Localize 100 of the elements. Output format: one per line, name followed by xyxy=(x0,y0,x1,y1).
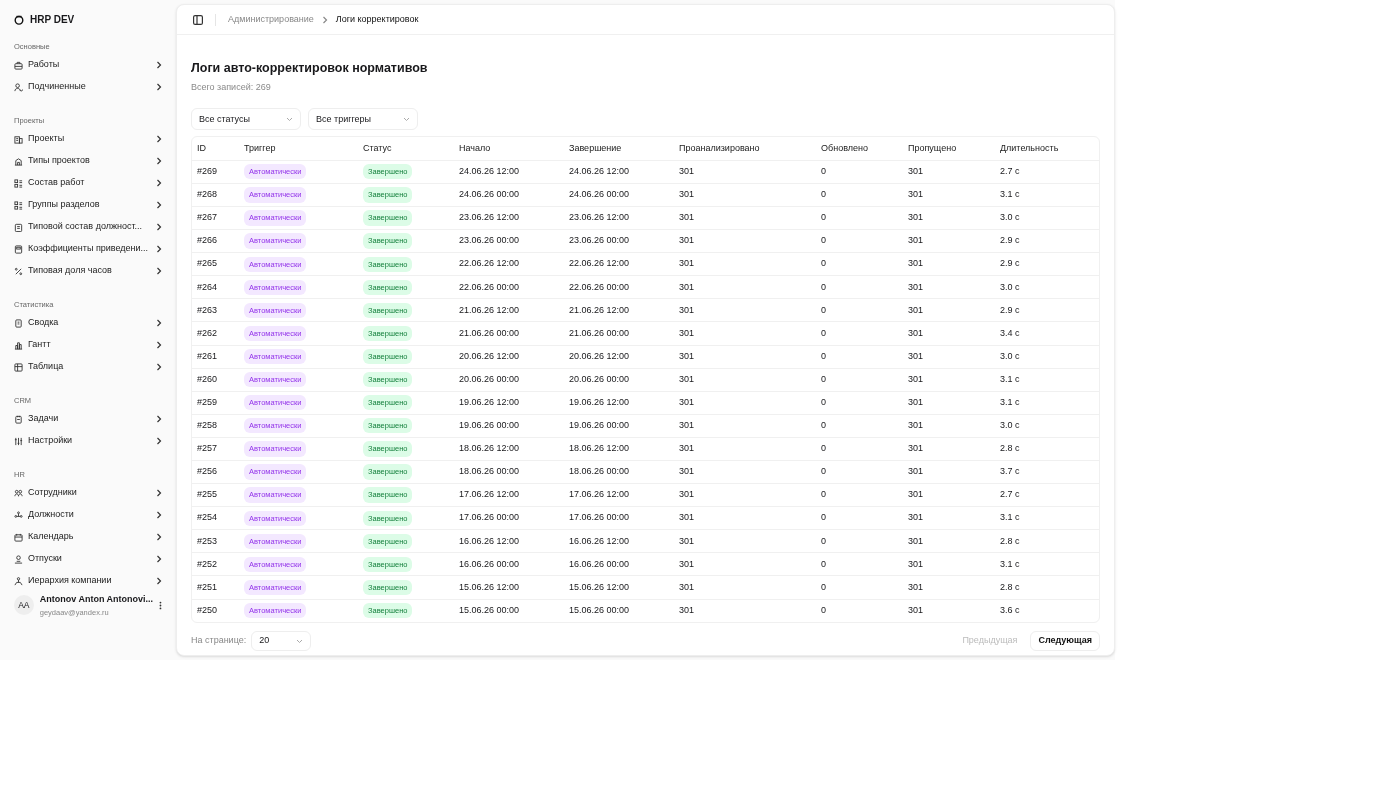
chevron-icon[interactable] xyxy=(156,533,162,541)
sidebar-item[interactable]: Коэффициенты приведени... xyxy=(28,242,151,256)
table-cell: 2.7 с xyxy=(995,160,1099,184)
sidebar-toggle-icon[interactable] xyxy=(193,14,203,25)
chevron-icon[interactable] xyxy=(156,363,162,371)
chevron-icon[interactable] xyxy=(156,83,162,91)
chevron-icon[interactable] xyxy=(156,245,162,253)
chevron-icon[interactable] xyxy=(156,577,162,585)
table-cell: #267 xyxy=(192,206,239,230)
more-icon[interactable] xyxy=(159,600,162,610)
table-cell: 0 xyxy=(816,437,903,461)
sidebar-item[interactable]: Типовая доля часов xyxy=(28,264,151,278)
sidebar-item[interactable]: Отпуски xyxy=(28,552,151,566)
table-cell: 2.9 с xyxy=(995,252,1099,276)
sidebar-item[interactable]: Группы разделов xyxy=(28,198,151,212)
table-cell: 16.06.26 00:00 xyxy=(454,552,564,576)
table-cell: 0 xyxy=(816,275,903,299)
table-cell: 0 xyxy=(816,599,903,623)
chevron-icon[interactable] xyxy=(156,135,162,143)
chevron-icon[interactable] xyxy=(156,555,162,563)
menu-item-icon xyxy=(14,576,23,586)
sidebar-item[interactable]: Иерархия компании xyxy=(28,574,151,588)
table-cell: 17.06.26 00:00 xyxy=(454,506,564,530)
table-cell: 3.7 с xyxy=(995,460,1099,484)
table-cell: 3.0 с xyxy=(995,206,1099,230)
table-cell: 2.8 с xyxy=(995,529,1099,553)
sidebar-item[interactable]: Должности xyxy=(28,508,151,522)
table-cell: 301 xyxy=(903,575,995,600)
sidebar-item[interactable]: Состав работ xyxy=(28,176,151,190)
sidebar-item[interactable]: Работы xyxy=(28,58,151,72)
breadcrumb-separator-icon xyxy=(321,15,328,24)
filter-dropdown[interactable]: Все статусы xyxy=(191,108,301,131)
chevron-icon[interactable] xyxy=(156,157,162,165)
table-cell: 19.06.26 00:00 xyxy=(454,414,564,438)
page-size-dropdown[interactable]: 20 xyxy=(251,631,312,652)
column-header: Обновлено xyxy=(816,137,903,161)
sidebar-item[interactable]: Задачи xyxy=(28,412,151,426)
table-cell: #257 xyxy=(192,437,239,461)
menu-item-icon xyxy=(14,436,23,446)
chevron-icon[interactable] xyxy=(156,415,162,423)
column-header: Начало xyxy=(454,137,564,161)
chevron-icon[interactable] xyxy=(156,267,162,275)
table-cell: 17.06.26 12:00 xyxy=(454,483,564,507)
chevron-icon[interactable] xyxy=(156,489,162,497)
table-cell: 19.06.26 12:00 xyxy=(454,391,564,415)
menu-item-icon xyxy=(14,244,23,254)
sidebar-item[interactable]: Таблица xyxy=(28,360,151,374)
sidebar-item[interactable]: Гантт xyxy=(28,338,151,352)
sidebar-item[interactable]: Подчиненные xyxy=(28,80,151,94)
table-cell: #251 xyxy=(192,575,239,600)
chevron-icon[interactable] xyxy=(156,437,162,445)
menu-item-icon xyxy=(14,362,23,372)
sidebar-item[interactable]: Календарь xyxy=(28,530,151,544)
menu-item-icon xyxy=(14,488,23,498)
column-header: Пропущено xyxy=(903,137,995,161)
table-cell: 2.9 с xyxy=(995,229,1099,253)
logo-icon xyxy=(14,14,24,25)
chevron-icon[interactable] xyxy=(156,511,162,519)
sidebar-item[interactable]: Сводка xyxy=(28,316,151,330)
table-cell: 23.06.26 00:00 xyxy=(564,229,674,253)
chevron-icon[interactable] xyxy=(156,179,162,187)
table-cell: 22.06.26 12:00 xyxy=(454,252,564,276)
table-cell: #258 xyxy=(192,414,239,438)
sidebar-item[interactable]: Типы проектов xyxy=(28,154,151,168)
menu-item-icon xyxy=(14,60,23,70)
table-cell: 301 xyxy=(903,252,995,276)
table-cell: #263 xyxy=(192,298,239,322)
table-cell: 301 xyxy=(674,321,816,345)
table-cell: 22.06.26 00:00 xyxy=(564,275,674,299)
table-cell: 2.8 с xyxy=(995,575,1099,600)
breadcrumb-link[interactable]: Администрирование xyxy=(228,12,314,27)
chevron-icon[interactable] xyxy=(156,319,162,327)
chevron-icon[interactable] xyxy=(156,201,162,209)
table-cell: 3.1 с xyxy=(995,183,1099,207)
menu-item-icon xyxy=(14,82,23,92)
table-cell: 18.06.26 00:00 xyxy=(454,460,564,484)
chevron-icon[interactable] xyxy=(156,223,162,231)
chevron-icon[interactable] xyxy=(156,61,162,69)
sidebar-item[interactable]: Настройки xyxy=(28,434,151,448)
table-cell: 0 xyxy=(816,391,903,415)
sidebar-item[interactable]: Проекты xyxy=(28,132,151,146)
record-count: Всего записей: 269 xyxy=(191,80,271,94)
table-cell: 2.8 с xyxy=(995,437,1099,461)
sidebar-item[interactable]: Сотрудники xyxy=(28,486,151,500)
table-cell: 301 xyxy=(674,575,816,600)
column-header: Статус xyxy=(358,137,454,161)
table-cell: 0 xyxy=(816,206,903,230)
sidebar-item[interactable]: Типовой состав должност... xyxy=(28,220,151,234)
next-button[interactable]: Следующая xyxy=(1030,631,1100,652)
filter-dropdown[interactable]: Все триггеры xyxy=(308,108,418,131)
table-cell: 0 xyxy=(816,321,903,345)
table-cell: 24.06.26 12:00 xyxy=(454,160,564,184)
menu-item-icon xyxy=(14,134,23,144)
table-cell: 301 xyxy=(674,229,816,253)
table-cell: 21.06.26 12:00 xyxy=(454,298,564,322)
menu-item-icon xyxy=(14,532,23,542)
table-cell: 3.1 с xyxy=(995,391,1099,415)
table-cell: 3.1 с xyxy=(995,552,1099,576)
chevron-icon[interactable] xyxy=(156,341,162,349)
table-cell: 21.06.26 12:00 xyxy=(564,298,674,322)
